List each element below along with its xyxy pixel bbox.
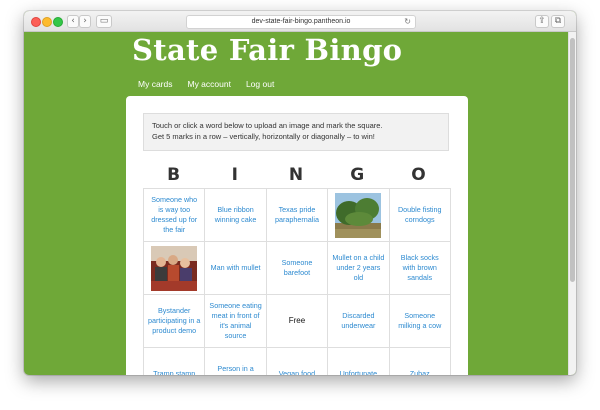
close-window-button[interactable] xyxy=(31,17,41,27)
bingo-letter-b: B xyxy=(167,165,181,185)
bingo-square[interactable]: Someone barefoot xyxy=(266,242,329,295)
bingo-square[interactable]: Mullet on a child under 2 years old xyxy=(328,242,390,295)
bingo-letter-n: N xyxy=(288,165,304,185)
address-bar[interactable]: dev-state-fair-bingo.pantheon.io ↻ xyxy=(186,15,416,29)
bingo-grid: Someone who is way too dressed up for th… xyxy=(143,188,451,375)
bingo-card: Touch or click a word below to upload an… xyxy=(126,96,468,375)
minimize-window-button[interactable] xyxy=(42,17,52,27)
free-square: Free xyxy=(266,295,329,348)
forward-button[interactable]: › xyxy=(79,15,91,28)
bingo-square-marked[interactable] xyxy=(144,242,206,295)
bingo-square[interactable]: Someone who is way too dressed up for th… xyxy=(144,189,206,242)
instructions-box: Touch or click a word below to upload an… xyxy=(143,113,449,151)
bingo-square[interactable]: Discarded underwear xyxy=(328,295,390,348)
main-nav: My cards My account Log out xyxy=(138,79,274,89)
nav-my-account[interactable]: My account xyxy=(187,79,230,89)
sidebar-icon[interactable]: ▭ xyxy=(96,15,112,28)
bingo-square[interactable]: Bystander participating in a product dem… xyxy=(144,295,206,348)
bingo-square[interactable]: Texas pride paraphernalia xyxy=(266,189,329,242)
instructions-line-2: Get 5 marks in a row – vertically, horiz… xyxy=(152,132,375,141)
browser-titlebar: ‹ › ▭ dev-state-fair-bingo.pantheon.io ↻… xyxy=(24,11,576,32)
back-button[interactable]: ‹ xyxy=(67,15,79,28)
bingo-square[interactable]: Man with mullet xyxy=(205,242,267,295)
bingo-square[interactable]: Unfortunate xyxy=(328,348,390,375)
people-photo xyxy=(151,245,198,291)
bingo-square[interactable]: Person in a mascot xyxy=(205,348,267,375)
tabs-icon[interactable]: ⧉ xyxy=(551,15,565,28)
bingo-square[interactable]: Someone milking a cow xyxy=(389,295,451,348)
instructions-line-1: Touch or click a word below to upload an… xyxy=(152,121,383,130)
scroll-thumb[interactable] xyxy=(570,38,575,282)
bingo-square[interactable]: Tramp stamp xyxy=(144,348,206,375)
page-scrollbar[interactable] xyxy=(568,32,576,375)
share-icon[interactable]: ⇪ xyxy=(535,15,549,28)
landscape-photo xyxy=(335,192,382,238)
site-title: State Fair Bingo xyxy=(132,33,403,67)
bingo-square[interactable]: Blue ribbon winning cake xyxy=(205,189,267,242)
reload-icon[interactable]: ↻ xyxy=(404,16,411,28)
bingo-letter-o: O xyxy=(411,165,426,185)
nav-my-cards[interactable]: My cards xyxy=(138,79,172,89)
nav-log-out[interactable]: Log out xyxy=(246,79,274,89)
bingo-header: B I N G O xyxy=(143,165,449,185)
zoom-window-button[interactable] xyxy=(53,17,63,27)
bingo-letter-i: I xyxy=(231,165,238,185)
bingo-square-marked[interactable] xyxy=(328,189,390,242)
browser-window: ‹ › ▭ dev-state-fair-bingo.pantheon.io ↻… xyxy=(24,11,576,375)
bingo-square[interactable]: Zubaz xyxy=(390,348,451,375)
bingo-square[interactable]: Double fisting corndogs xyxy=(389,189,451,242)
url-text: dev-state-fair-bingo.pantheon.io xyxy=(251,18,351,25)
bingo-square[interactable]: Black socks with brown sandals xyxy=(389,242,451,295)
bingo-square[interactable]: Vegan food xyxy=(267,348,329,375)
bingo-letter-g: G xyxy=(350,165,365,185)
bingo-square[interactable]: Someone eating meat in front of it's ani… xyxy=(205,295,267,348)
